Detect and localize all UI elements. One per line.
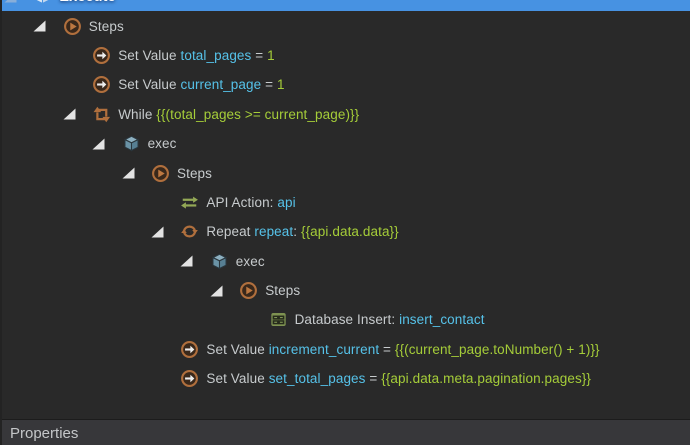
repeat-circular-icon [180, 222, 199, 241]
node-label: Set Value current_page = 1 [118, 77, 284, 92]
cube-blue-icon [210, 252, 229, 271]
node-set-value-total-pages[interactable]: Set Value total_pages = 1 [2, 41, 690, 70]
while-loop-icon [92, 105, 111, 124]
properties-panel-header[interactable]: Properties [2, 419, 690, 445]
node-api-action[interactable]: API Action: api [2, 188, 690, 217]
workflow-editor: Execute Steps Set Value total_pages = 1 … [0, 0, 690, 445]
node-label: Set Value increment_current = {{(current… [206, 342, 599, 357]
set-value-arrow-icon [180, 340, 199, 359]
node-execute[interactable]: Execute [2, 0, 690, 11]
set-value-arrow-icon [92, 46, 111, 65]
node-label: Repeat repeat: {{api.data.data}} [206, 224, 398, 239]
node-set-value-current-page[interactable]: Set Value current_page = 1 [2, 70, 690, 99]
swap-arrows-icon [180, 193, 199, 212]
play-circle-icon [63, 17, 82, 36]
node-label: Steps [265, 283, 300, 298]
expander-triangle-icon[interactable] [122, 167, 135, 179]
node-label: Set Value total_pages = 1 [118, 48, 275, 63]
expander-triangle-icon[interactable] [180, 255, 193, 267]
play-circle-icon [151, 164, 170, 183]
expander-triangle-icon[interactable] [33, 20, 46, 32]
play-circle-icon [239, 281, 258, 300]
node-repeat[interactable]: Repeat repeat: {{api.data.data}} [2, 217, 690, 246]
node-label: Steps [89, 19, 124, 34]
expander-triangle-icon[interactable] [4, 0, 17, 3]
node-exec-2[interactable]: exec [2, 247, 690, 276]
node-label: API Action: api [206, 195, 295, 210]
expander-triangle-icon[interactable] [210, 285, 223, 297]
expander-triangle-icon[interactable] [92, 138, 105, 150]
node-label: exec [236, 254, 265, 269]
node-set-value-increment-current[interactable]: Set Value increment_current = {{(current… [2, 335, 690, 364]
properties-panel-title: Properties [10, 425, 78, 442]
table-grid-icon [269, 310, 288, 329]
node-steps-2[interactable]: Steps [2, 158, 690, 187]
expander-triangle-icon[interactable] [151, 226, 164, 238]
node-set-value-set-total-pages[interactable]: Set Value set_total_pages = {{api.data.m… [2, 364, 690, 393]
workflow-tree: Execute Steps Set Value total_pages = 1 … [2, 0, 690, 424]
node-while[interactable]: While {{(total_pages >= current_page)}} [2, 100, 690, 129]
node-label: Set Value set_total_pages = {{api.data.m… [206, 371, 591, 386]
node-label: Steps [177, 166, 212, 181]
node-label: Database Insert: insert_contact [295, 312, 485, 327]
node-label: Execute [59, 0, 115, 5]
cube-white-icon [33, 0, 52, 6]
cube-blue-icon [122, 134, 141, 153]
expander-triangle-icon[interactable] [63, 108, 76, 120]
node-database-insert[interactable]: Database Insert: insert_contact [2, 305, 690, 334]
node-steps-3[interactable]: Steps [2, 276, 690, 305]
set-value-arrow-icon [92, 75, 111, 94]
node-label: exec [148, 136, 177, 151]
set-value-arrow-icon [180, 369, 199, 388]
node-label: While {{(total_pages >= current_page)}} [118, 107, 359, 122]
node-exec-1[interactable]: exec [2, 129, 690, 158]
node-steps-1[interactable]: Steps [2, 11, 690, 40]
